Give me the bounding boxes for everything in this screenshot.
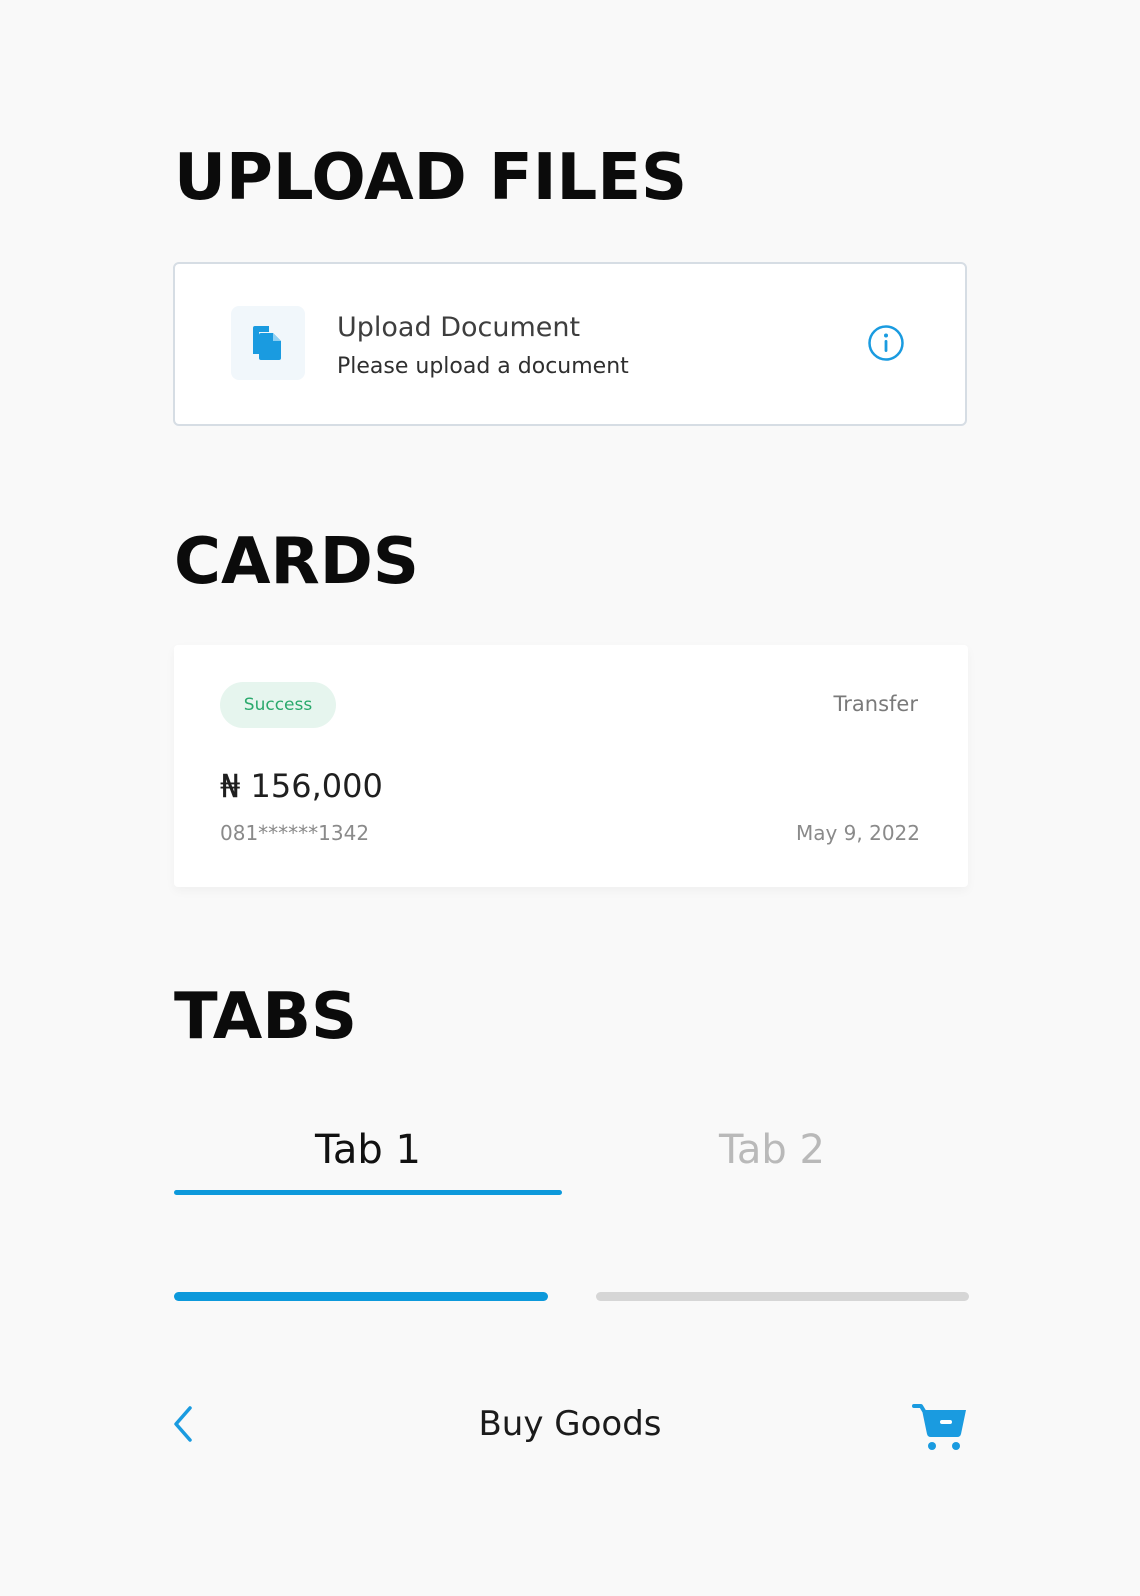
upload-icon-container	[231, 306, 305, 380]
tab-1[interactable]: Tab 1	[174, 1124, 562, 1176]
progress-segment-1	[174, 1292, 548, 1301]
transaction-card[interactable]: Success Transfer ₦ 156,000 081******1342…	[174, 645, 968, 887]
upload-subtitle: Please upload a document	[337, 354, 629, 379]
page-title: Buy Goods	[478, 1404, 662, 1444]
section-title-tabs: TABS	[174, 980, 358, 1054]
chevron-left-icon[interactable]	[168, 1402, 198, 1446]
transaction-type: Transfer	[833, 692, 918, 716]
upload-document-box[interactable]: Upload Document Please upload a document	[173, 262, 967, 426]
status-badge: Success	[220, 682, 336, 728]
active-tab-indicator	[174, 1190, 562, 1195]
upload-title: Upload Document	[337, 312, 581, 343]
transaction-amount: ₦ 156,000	[220, 767, 383, 805]
info-icon[interactable]	[867, 324, 905, 362]
transaction-date: May 9, 2022	[795, 821, 920, 845]
transaction-account: 081******1342	[220, 821, 370, 845]
section-title-upload-files: UPLOAD FILES	[174, 141, 688, 215]
section-title-cards: CARDS	[174, 525, 419, 599]
tab-2[interactable]: Tab 2	[578, 1124, 966, 1176]
document-icon	[253, 326, 281, 360]
cart-icon[interactable]	[912, 1400, 968, 1454]
progress-segment-2	[596, 1292, 969, 1301]
